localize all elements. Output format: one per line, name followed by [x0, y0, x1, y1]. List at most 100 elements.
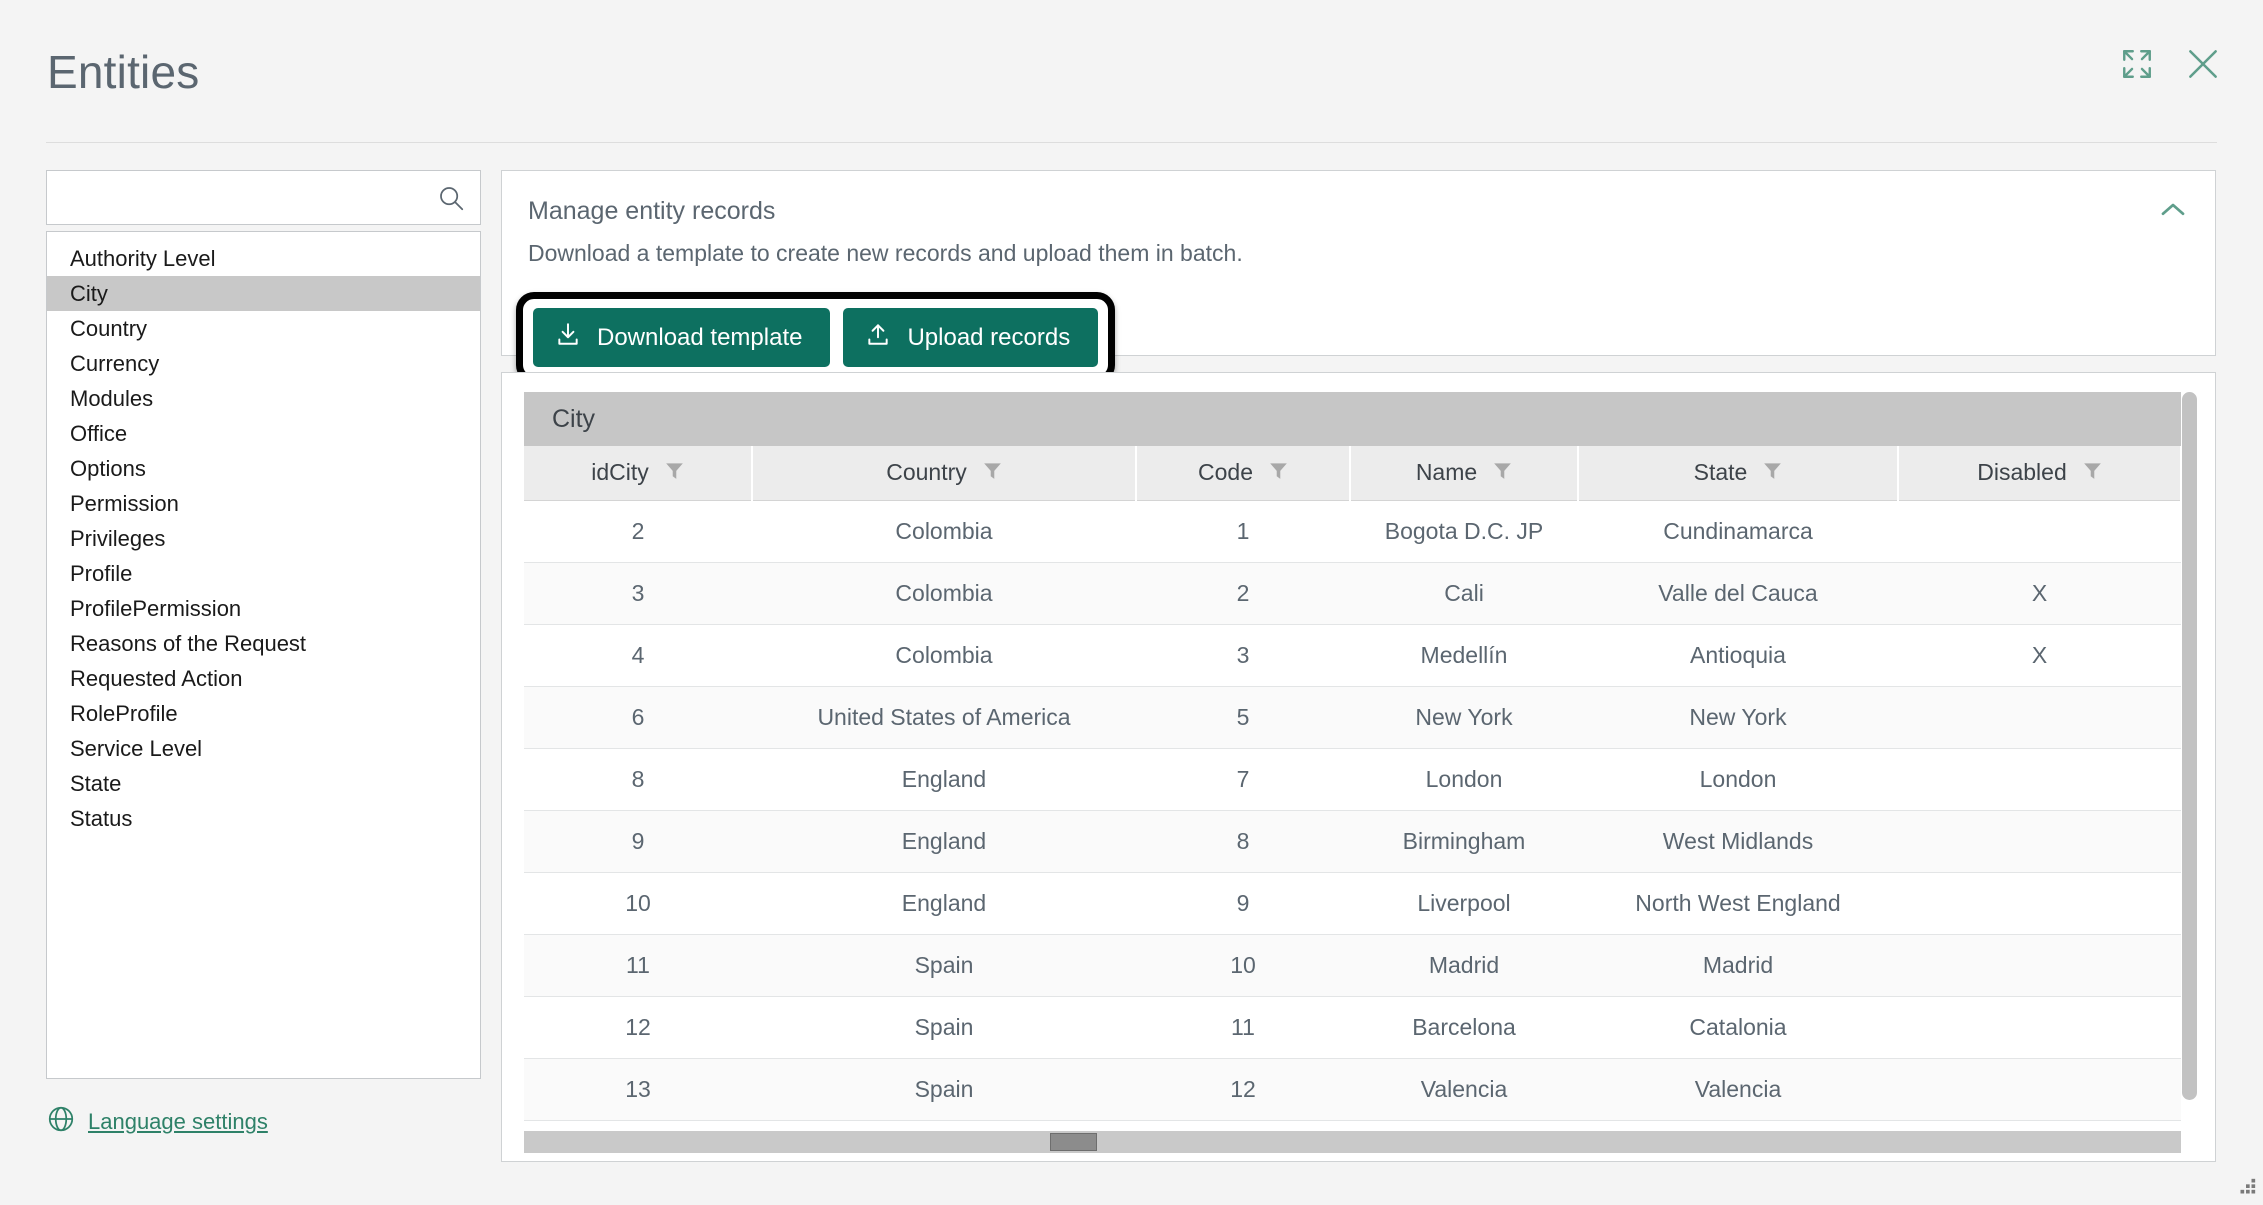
table-horizontal-scrollbar[interactable] — [524, 1131, 2181, 1153]
column-label: Country — [886, 459, 967, 486]
sidebar-item-label: Reasons of the Request — [70, 631, 307, 656]
table-vertical-scrollbar-thumb[interactable] — [2182, 392, 2197, 1100]
cell-disabled — [1898, 934, 2181, 997]
sidebar-item-permission[interactable]: Permission — [47, 486, 480, 521]
column-header-idcity[interactable]: idCity — [524, 446, 753, 501]
table-row[interactable]: 9 England 8 Birmingham West Midlands — [524, 810, 2181, 873]
sidebar-item-profile[interactable]: Profile — [47, 556, 480, 591]
column-label: Code — [1198, 459, 1253, 486]
sidebar-item-options[interactable]: Options — [47, 451, 480, 486]
sidebar-item-authority-level[interactable]: Authority Level — [47, 241, 480, 276]
sidebar-item-label: Authority Level — [70, 246, 216, 271]
entity-list[interactable]: Authority Level City Country Currency Mo… — [46, 231, 481, 1079]
search-box[interactable] — [46, 170, 481, 225]
sidebar-item-status[interactable]: Status — [47, 801, 480, 836]
main-content: Manage entity records Download a templat… — [501, 170, 2216, 1162]
cell-code: 11 — [1136, 996, 1350, 1059]
table-row[interactable]: 10 England 9 Liverpool North West Englan… — [524, 872, 2181, 935]
table-scroll-region[interactable]: City idCity Country Code Name State Disa… — [524, 392, 2181, 1134]
cell-idcity: 11 — [524, 934, 752, 997]
column-header-disabled[interactable]: Disabled — [1898, 446, 2181, 501]
cell-code: 7 — [1136, 748, 1350, 811]
sidebar: Authority Level City Country Currency Mo… — [46, 170, 481, 1162]
cell-idcity: 2 — [524, 500, 752, 563]
table-row[interactable]: 13 Spain 12 Valencia Valencia — [524, 1058, 2181, 1121]
cell-disabled — [1898, 996, 2181, 1059]
upload-records-button[interactable]: Upload records — [843, 308, 1099, 367]
sidebar-item-state[interactable]: State — [47, 766, 480, 801]
cell-code: 5 — [1136, 686, 1350, 749]
cell-idcity: 8 — [524, 748, 752, 811]
filter-icon[interactable] — [665, 459, 684, 486]
expand-icon[interactable] — [2117, 44, 2157, 84]
table-row[interactable]: 2 Colombia 1 Bogota D.C. JP Cundinamarca — [524, 500, 2181, 563]
table-row[interactable]: 4 Colombia 3 Medellín Antioquia X — [524, 624, 2181, 687]
table-caption: City — [524, 392, 2181, 446]
upload-records-label: Upload records — [907, 323, 1071, 351]
column-header-state[interactable]: State — [1578, 446, 1899, 501]
table-row[interactable]: 6 United States of America 5 New York Ne… — [524, 686, 2181, 749]
sidebar-item-roleprofile[interactable]: RoleProfile — [47, 696, 480, 731]
filter-icon[interactable] — [983, 459, 1002, 486]
sidebar-item-label: Status — [70, 806, 133, 831]
sidebar-item-reasons-of-the-request[interactable]: Reasons of the Request — [47, 626, 480, 661]
column-label: Name — [1415, 459, 1478, 486]
cell-name: Liverpool — [1350, 872, 1578, 935]
sidebar-item-privileges[interactable]: Privileges — [47, 521, 480, 556]
cell-state: West Midlands — [1578, 810, 1898, 873]
filter-icon[interactable] — [1493, 459, 1512, 486]
sidebar-item-service-level[interactable]: Service Level — [47, 731, 480, 766]
sidebar-item-office[interactable]: Office — [47, 416, 480, 451]
table-body: 2 Colombia 1 Bogota D.C. JP Cundinamarca… — [524, 500, 2181, 1121]
cell-code: 2 — [1136, 562, 1350, 625]
column-label: idCity — [591, 459, 649, 486]
sidebar-item-modules[interactable]: Modules — [47, 381, 480, 416]
column-header-name[interactable]: Name — [1350, 446, 1579, 501]
table-row[interactable]: 3 Colombia 2 Cali Valle del Cauca X — [524, 562, 2181, 625]
cell-name: Valencia — [1350, 1058, 1578, 1121]
table-vertical-scrollbar[interactable] — [2182, 392, 2197, 1128]
cell-state: Antioquia — [1578, 624, 1898, 687]
column-header-code[interactable]: Code — [1136, 446, 1351, 501]
search-input[interactable] — [61, 185, 436, 210]
sidebar-item-currency[interactable]: Currency — [47, 346, 480, 381]
globe-icon — [46, 1104, 76, 1140]
filter-icon[interactable] — [1269, 459, 1288, 486]
resize-grip[interactable] — [2235, 1177, 2257, 1199]
table-horizontal-scrollbar-thumb[interactable] — [1050, 1133, 1097, 1151]
table-row[interactable]: 11 Spain 10 Madrid Madrid — [524, 934, 2181, 997]
sidebar-item-country[interactable]: Country — [47, 311, 480, 346]
sidebar-item-label: State — [70, 771, 122, 796]
sidebar-item-label: City — [70, 281, 108, 306]
table-row[interactable]: 8 England 7 London London — [524, 748, 2181, 811]
modal-header: Entities — [0, 0, 2263, 143]
cell-country: Spain — [752, 934, 1136, 997]
sidebar-item-city[interactable]: City — [47, 276, 480, 311]
upload-icon — [865, 321, 891, 354]
cell-name: London — [1350, 748, 1578, 811]
sidebar-item-requested-action[interactable]: Requested Action — [47, 661, 480, 696]
manage-panel-description: Download a template to create new record… — [528, 240, 1243, 266]
cell-idcity: 9 — [524, 810, 752, 873]
language-settings-link[interactable]: Language settings — [46, 1104, 481, 1140]
batch-actions-highlight: Download template Upload records — [516, 292, 1116, 383]
filter-icon[interactable] — [2083, 459, 2102, 486]
cell-disabled: X — [1898, 562, 2181, 625]
chevron-up-icon[interactable] — [2153, 193, 2193, 227]
table-head: idCity Country Code Name State Disabled — [524, 446, 2181, 501]
cell-state: Catalonia — [1578, 996, 1898, 1059]
filter-icon[interactable] — [1763, 459, 1782, 486]
cell-idcity: 13 — [524, 1058, 752, 1121]
cell-state: North West England — [1578, 872, 1898, 935]
sidebar-item-label: RoleProfile — [70, 701, 178, 726]
entities-modal: Entities Authority Level City Country Cu… — [0, 0, 2263, 1205]
table-row[interactable]: 12 Spain 11 Barcelona Catalonia — [524, 996, 2181, 1059]
close-icon[interactable] — [2183, 44, 2223, 84]
cell-name: Bogota D.C. JP — [1350, 500, 1578, 563]
download-template-button[interactable]: Download template — [533, 308, 831, 367]
sidebar-item-profilepermission[interactable]: ProfilePermission — [47, 591, 480, 626]
cell-name: Birmingham — [1350, 810, 1578, 873]
cell-disabled — [1898, 686, 2181, 749]
search-icon[interactable] — [436, 183, 466, 213]
column-header-country[interactable]: Country — [752, 446, 1137, 501]
